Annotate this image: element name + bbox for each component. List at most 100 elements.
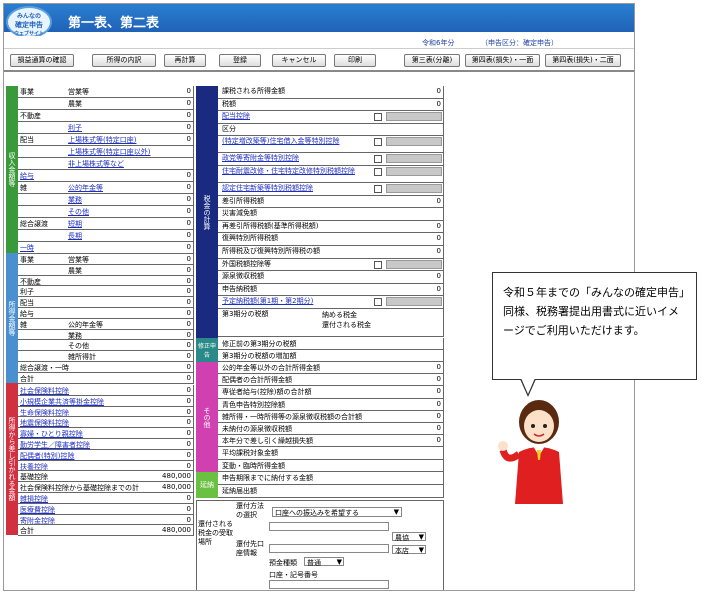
table4-2-button[interactable]: 第四表(損失)・二面	[545, 54, 621, 67]
row-value[interactable]: 0	[187, 266, 191, 274]
row-value[interactable]: 0	[437, 247, 441, 255]
row-disabled-field	[386, 297, 442, 307]
row-value[interactable]: 0	[187, 440, 191, 448]
table3-button[interactable]: 第三表(分離)	[404, 54, 460, 67]
table4-1-button[interactable]: 第四表(損失)・一面	[465, 54, 540, 67]
row-value[interactable]: 0	[187, 111, 191, 119]
row-value[interactable]: 480,000	[162, 483, 191, 491]
row-value[interactable]: 0	[187, 99, 191, 107]
form-row: 利子 0	[18, 286, 194, 298]
row-value[interactable]: 0	[187, 462, 191, 470]
row-value[interactable]: 0	[187, 309, 191, 317]
row-value[interactable]: 0	[437, 363, 441, 371]
deduct-row: 地震保険料控除 0	[18, 417, 194, 429]
row-value[interactable]: 0	[187, 123, 191, 131]
row-label: 地震保険料控除	[20, 419, 69, 428]
cancel-button[interactable]: キャンセル	[272, 54, 326, 67]
bank-type-select[interactable]: 農協 ▼	[392, 532, 426, 542]
refund-account-label: 還付先口座情報	[236, 540, 264, 557]
row-checkbox[interactable]	[374, 155, 382, 164]
row-checkbox[interactable]	[374, 138, 382, 147]
deduct-row: 医療費控除 0	[18, 503, 194, 515]
row-value[interactable]: 480,000	[162, 526, 191, 534]
row-value[interactable]: 0	[187, 231, 191, 239]
branch-name-input[interactable]	[269, 544, 389, 553]
row-value[interactable]: 0	[187, 341, 191, 349]
row-value[interactable]: 0	[187, 352, 191, 360]
form-row: 配当 上場株式等(特定口座) 0	[18, 134, 194, 146]
row-group-label: 利子	[20, 288, 34, 297]
row-value[interactable]: 480,000	[162, 472, 191, 480]
tax-row: 所得税及び復興特別所得税の額 0	[218, 246, 444, 259]
row-value[interactable]: 0	[437, 87, 441, 95]
form-row: 業務 0	[18, 329, 194, 341]
row-value[interactable]: 0	[187, 331, 191, 339]
row-value[interactable]: 0	[437, 222, 441, 230]
row-value[interactable]: 0	[187, 408, 191, 416]
row-checkbox[interactable]	[374, 298, 382, 307]
row-value[interactable]: 0	[437, 436, 441, 444]
income-breakdown-button[interactable]: 所得の内訳	[92, 54, 156, 67]
row-value[interactable]: 0	[187, 494, 191, 502]
refund-method-select[interactable]: 口座への振込みを希望する ▼	[272, 507, 402, 517]
row-value[interactable]: 0	[437, 272, 441, 280]
bank-name-input[interactable]	[269, 522, 389, 531]
row-value[interactable]: 0	[437, 375, 441, 383]
row-checkbox[interactable]	[374, 168, 382, 176]
form-row: 利子 0	[18, 122, 194, 134]
row-value[interactable]: 0	[187, 386, 191, 394]
account-number-input[interactable]	[269, 580, 389, 589]
recalc-button[interactable]: 再計算	[164, 54, 206, 67]
row-label: 農業	[68, 266, 82, 275]
shotoku-category: 所得金額等	[6, 253, 18, 383]
row-value[interactable]: 0	[187, 505, 191, 513]
row-value[interactable]: 0	[187, 277, 191, 285]
row-label: 外国税額控除等	[222, 259, 271, 268]
row-value[interactable]: 0	[187, 255, 191, 263]
app-logo: みんなの 確定申告 ウェブサイト	[6, 6, 52, 38]
row-checkbox[interactable]	[374, 260, 382, 269]
row-value[interactable]: 0	[187, 363, 191, 371]
print-button[interactable]: 印刷	[334, 54, 376, 67]
row-value[interactable]: 0	[187, 418, 191, 426]
row-value[interactable]: 0	[187, 183, 191, 191]
row-value[interactable]: 0	[187, 243, 191, 251]
row-value[interactable]: 0	[437, 424, 441, 432]
row-value[interactable]: 0	[187, 429, 191, 437]
refund-label: 還付される税金の受取場所	[198, 520, 233, 546]
branch-type-select[interactable]: 本店 ▼	[392, 545, 426, 555]
tax-year: 令和6年分	[422, 39, 455, 47]
row-value[interactable]: 0	[187, 171, 191, 179]
row-checkbox[interactable]	[374, 185, 382, 193]
row-value[interactable]: 0	[187, 451, 191, 459]
register-button[interactable]: 登録	[219, 54, 261, 67]
account-type-select[interactable]: 普通 ▼	[304, 557, 344, 567]
row-value[interactable]: 0	[187, 207, 191, 215]
row-value[interactable]: 0	[437, 234, 441, 242]
loss-check-button[interactable]: 損益通算の確認	[10, 54, 74, 67]
row-label: 生命保険料控除	[20, 408, 69, 417]
row-value[interactable]: 0	[187, 87, 191, 95]
refund-method-label: 還付方法の選択	[236, 502, 264, 519]
row-value[interactable]: 0	[437, 387, 441, 395]
tax-row: 申告納税額 0	[218, 283, 444, 297]
row-value[interactable]: 0	[187, 298, 191, 306]
row-value[interactable]: 0	[187, 516, 191, 524]
row-value[interactable]: 0	[437, 197, 441, 205]
row-value[interactable]: 0	[187, 219, 191, 227]
form-row: 給与 0	[18, 308, 194, 319]
row-value[interactable]: 0	[437, 412, 441, 420]
row-value[interactable]: 0	[187, 374, 191, 382]
row-value[interactable]: 0	[187, 397, 191, 405]
row-value[interactable]: 0	[187, 135, 191, 143]
row-value[interactable]: 0	[437, 100, 441, 108]
row-value[interactable]: 0	[187, 195, 191, 203]
deduct-row: 寡婦・ひとり親控除 0	[18, 428, 194, 439]
deduct-row: 雑損控除 0	[18, 493, 194, 504]
row-value[interactable]: 0	[437, 285, 441, 293]
row-value[interactable]: 0	[187, 287, 191, 295]
row-value[interactable]: 0	[187, 320, 191, 328]
row-checkbox[interactable]	[374, 113, 382, 122]
row-label: 雑損控除	[20, 495, 48, 503]
row-value[interactable]: 0	[437, 400, 441, 408]
